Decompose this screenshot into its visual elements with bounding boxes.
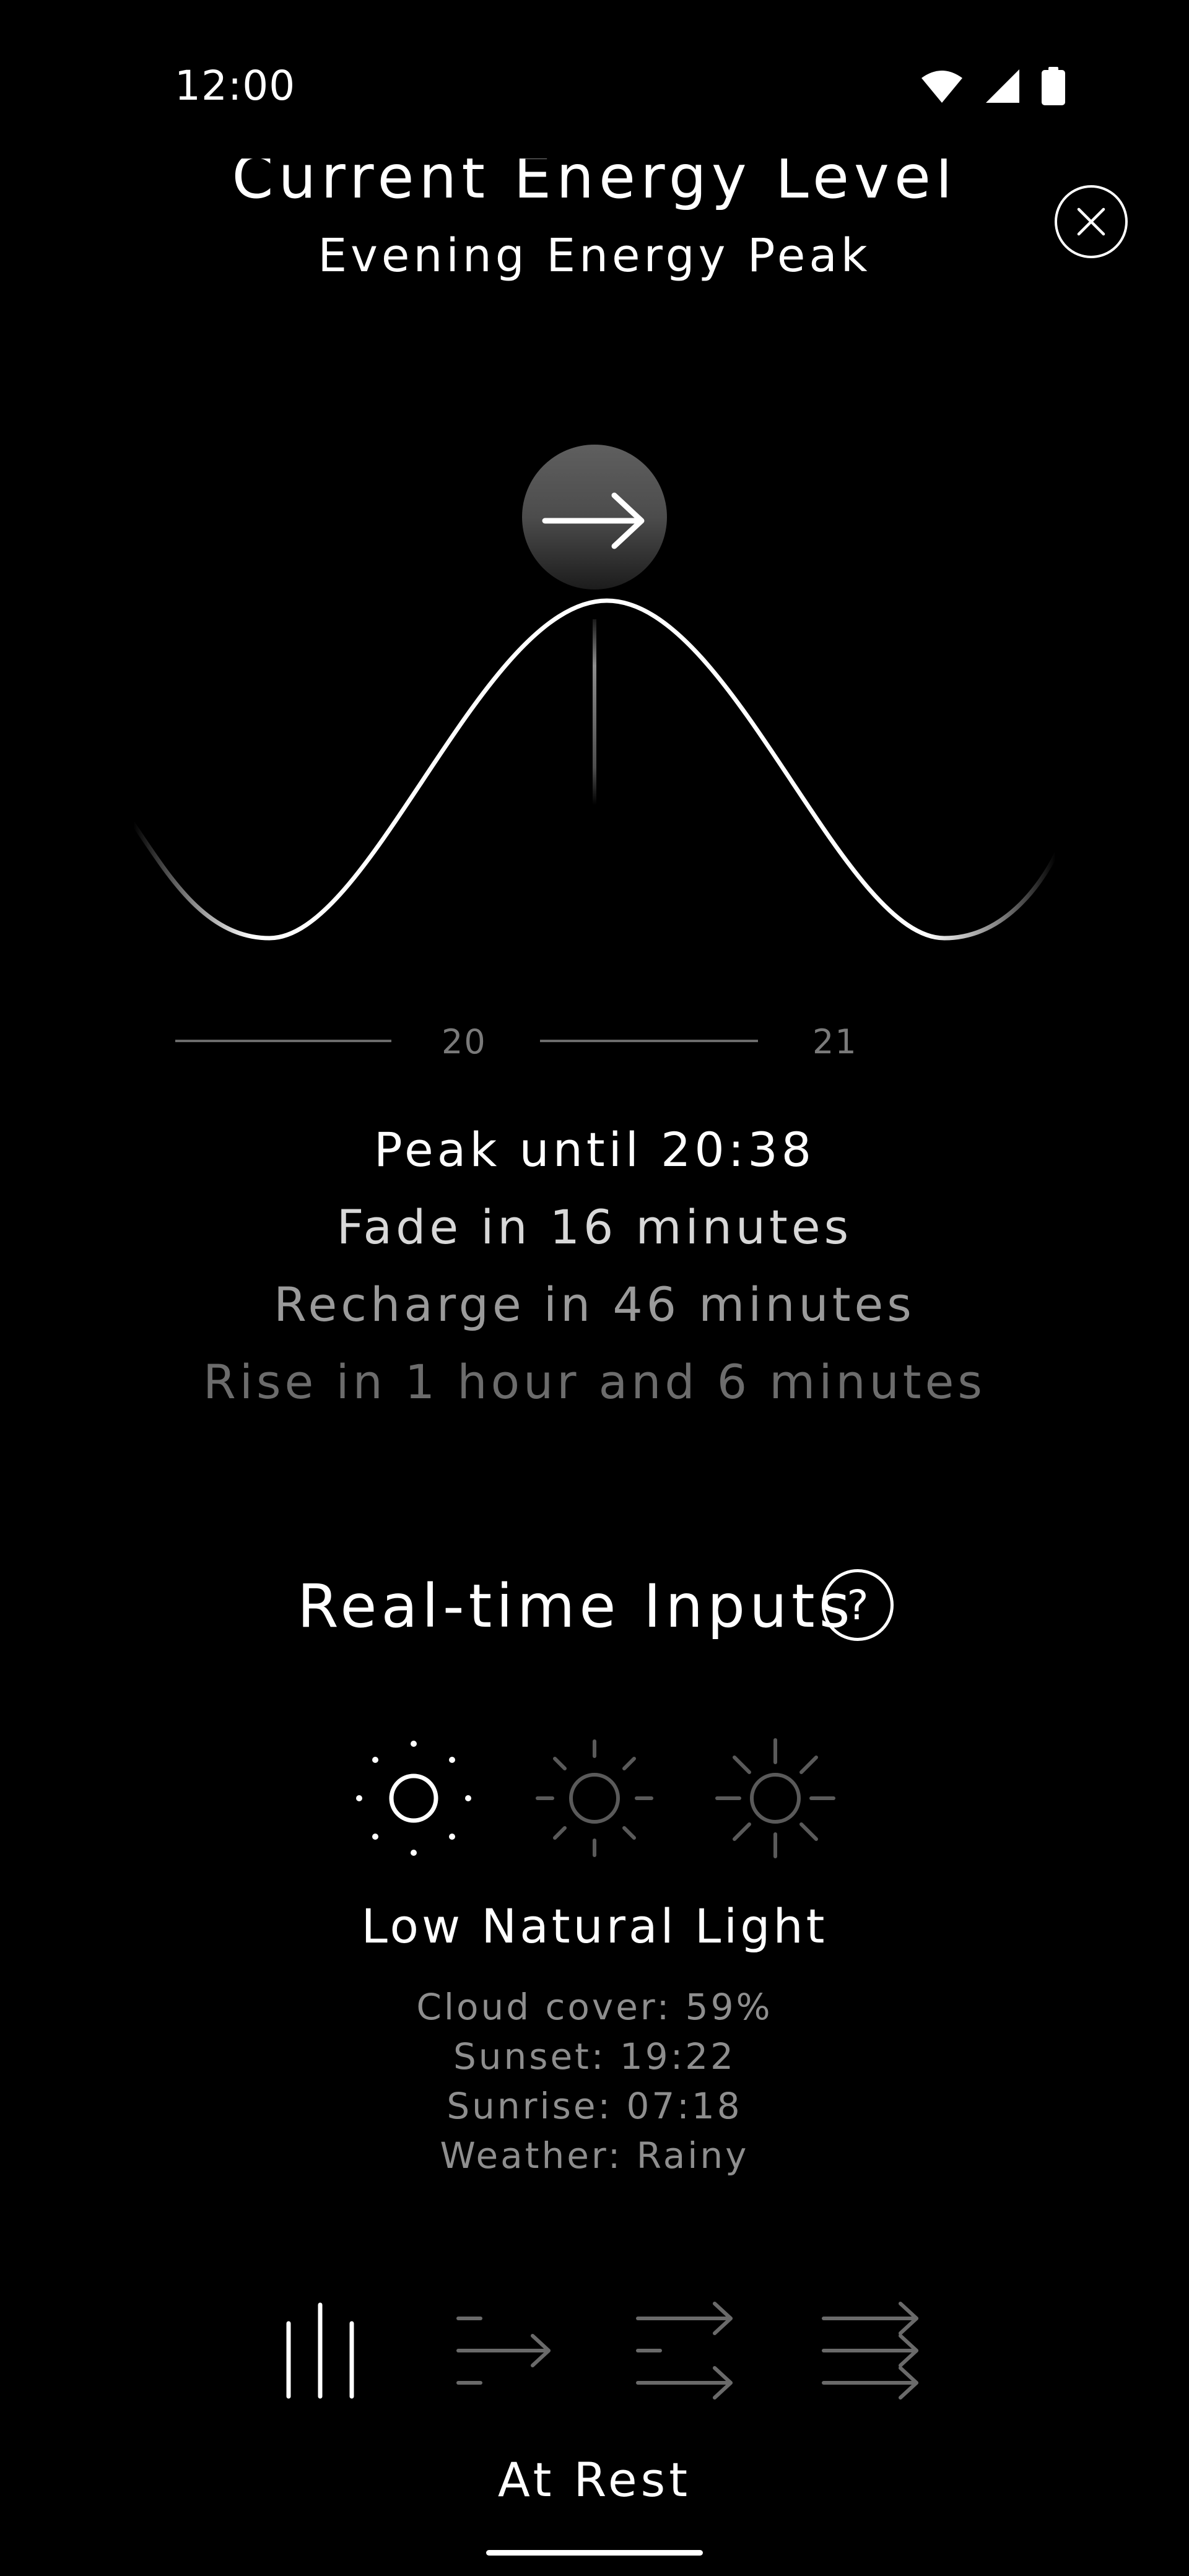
- recharge-status: Recharge in 46 minutes: [274, 1277, 915, 1332]
- time-axis-tick: 20: [442, 1022, 487, 1061]
- status-icons: [920, 67, 1065, 105]
- bottom-nav: [272, 2291, 923, 2415]
- current-time-line: [593, 619, 596, 805]
- sun-low-icon: [356, 1741, 471, 1856]
- nav-item-triple-arrow[interactable]: [811, 2291, 923, 2415]
- nav-item-double-arrow[interactable]: [625, 2291, 737, 2415]
- sun-high-icon: [715, 1738, 835, 1858]
- help-button[interactable]: ?: [822, 1569, 894, 1641]
- cloud-cover-value: Cloud cover: 59%: [416, 1986, 773, 2028]
- time-axis-tick: 21: [812, 1022, 858, 1061]
- sunrise-value: Sunrise: 07:18: [446, 2085, 743, 2127]
- inputs-heading: Real-time Inputs: [297, 1572, 855, 1641]
- nav-item-single-arrow[interactable]: [446, 2291, 557, 2415]
- close-icon: [1077, 207, 1105, 236]
- fade-status: Fade in 16 minutes: [336, 1199, 853, 1255]
- cellular-signal-icon: [986, 69, 1019, 103]
- current-time-marker: [522, 445, 667, 590]
- triple-arrow-icon: [822, 2302, 918, 2400]
- page-subtitle: Evening Energy Peak: [318, 229, 871, 282]
- home-indicator[interactable]: [486, 2550, 703, 2556]
- active-nav-label: At Rest: [497, 2452, 692, 2507]
- sunset-value: Sunset: 19:22: [453, 2035, 736, 2078]
- close-button[interactable]: [1055, 185, 1128, 258]
- help-icon: ?: [847, 1581, 869, 1629]
- light-level-indicator: [356, 1738, 835, 1858]
- energy-wave-chart: [131, 445, 1058, 1042]
- weather-value: Weather: Rainy: [440, 2134, 749, 2177]
- battery-icon: [1042, 67, 1065, 105]
- peak-status: Peak until 20:38: [373, 1122, 816, 1177]
- light-level-title: Low Natural Light: [361, 1899, 828, 1954]
- page-title: Current Energy Level: [232, 142, 957, 212]
- sun-medium-icon: [536, 1739, 653, 1857]
- rise-status: Rise in 1 hour and 6 minutes: [203, 1354, 986, 1409]
- nav-item-at-rest[interactable]: [272, 2291, 384, 2415]
- status-time: 12:00: [175, 62, 296, 110]
- wifi-icon: [921, 71, 962, 103]
